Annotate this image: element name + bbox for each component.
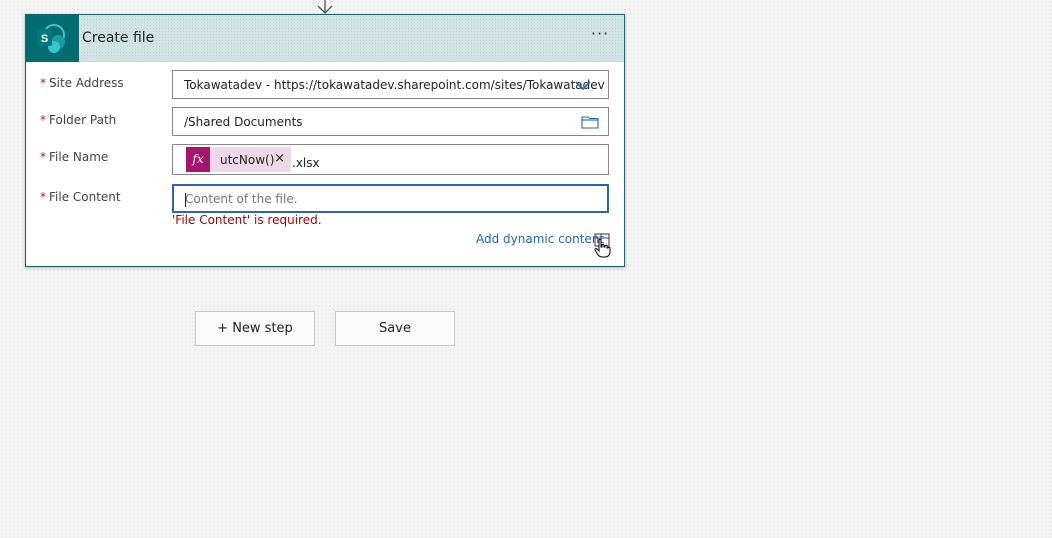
folder-path-input[interactable]: /Shared Documents (172, 107, 609, 136)
remove-token-icon[interactable]: × (274, 151, 285, 166)
folder-path-label-text: Folder Path (49, 113, 117, 127)
required-marker: * (40, 76, 46, 90)
create-file-card: S Create file ··· * Site Address Tokawata… (25, 14, 625, 267)
site-address-value: Tokawatadev - https://tokawatadev.sharep… (184, 78, 605, 92)
file-name-label-text: File Name (49, 150, 109, 164)
folder-path-label: * Folder Path (40, 113, 116, 127)
site-address-dropdown[interactable]: Tokawatadev - https://tokawatadev.sharep… (172, 70, 609, 99)
card-title: Create file (82, 30, 155, 46)
required-marker: * (40, 113, 46, 127)
file-content-label-text: File Content (49, 190, 121, 204)
add-dynamic-content-link[interactable]: Add dynamic content (476, 232, 604, 246)
site-address-label-text: Site Address (49, 76, 124, 90)
folder-icon[interactable] (581, 115, 599, 129)
card-header[interactable]: S Create file ··· (26, 15, 624, 62)
folder-path-value: /Shared Documents (184, 115, 303, 129)
svg-text:S: S (41, 33, 48, 45)
new-step-button[interactable]: + New step (195, 311, 315, 346)
more-options-button[interactable]: ··· (588, 26, 612, 47)
required-marker: * (40, 190, 46, 204)
fx-icon: fx (186, 147, 210, 172)
site-address-label: * Site Address (40, 76, 124, 90)
required-marker: * (40, 150, 46, 164)
chevron-down-icon[interactable] (574, 79, 592, 91)
sharepoint-icon: S (26, 15, 79, 62)
hand-cursor-icon (594, 238, 611, 258)
file-content-input[interactable]: Content of the file. (172, 184, 609, 213)
file-name-input[interactable]: fx utcNow() × .xlsx (172, 144, 609, 175)
file-name-suffix: .xlsx (292, 156, 320, 170)
token-label: utcNow() (220, 153, 275, 167)
file-content-error: 'File Content' is required. (172, 213, 322, 227)
file-name-label: * File Name (40, 150, 108, 164)
expression-token[interactable]: fx utcNow() × (186, 147, 291, 172)
file-content-label: * File Content (40, 190, 121, 204)
save-button[interactable]: Save (335, 311, 455, 346)
file-content-placeholder: Content of the file. (185, 192, 298, 206)
